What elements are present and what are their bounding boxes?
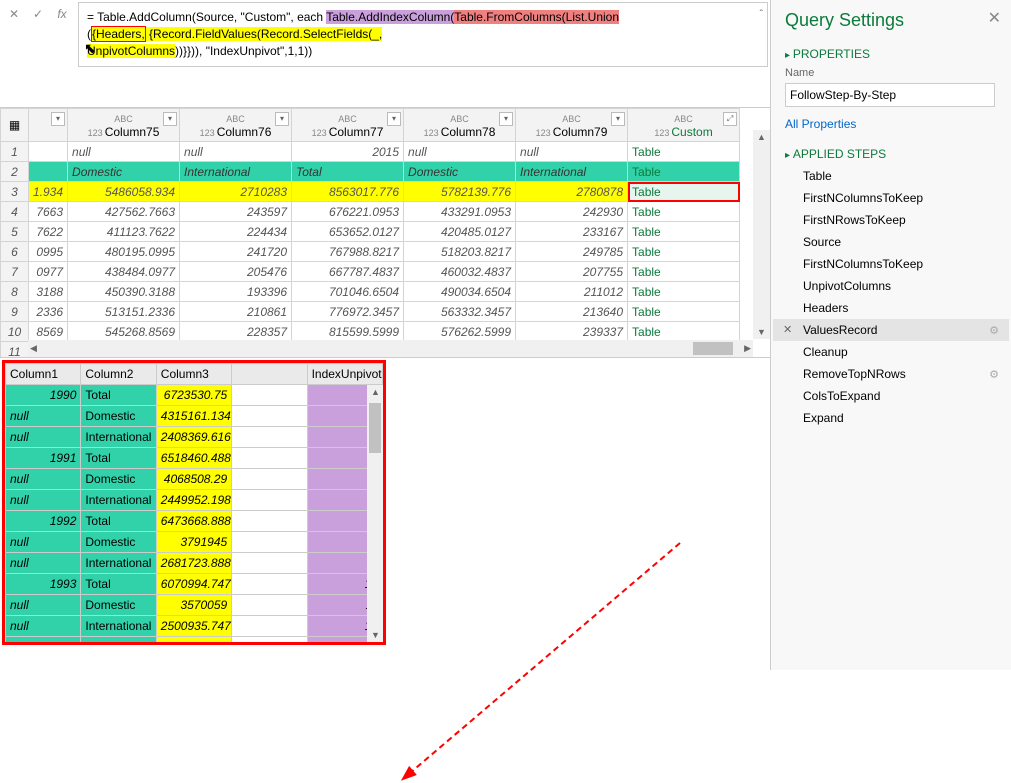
column-header[interactable]: ABC123Column78▾ [404,109,516,142]
preview-row[interactable]: nullDomestic37919458 [6,532,383,553]
preview-row[interactable]: nullInternational2408369.6163 [6,427,383,448]
preview-row[interactable]: 1993Total6070994.74710 [6,574,383,595]
column-header[interactable]: ABC123Column79▾ [516,109,628,142]
vertical-scrollbar[interactable]: ▲▼ [753,130,770,339]
table-row[interactable]: 83188450390.3188193396701046.6504490034.… [1,282,740,302]
row-number[interactable]: 7 [1,262,29,282]
fx-icon[interactable]: fx [50,4,74,24]
custom-cell[interactable]: Table [628,162,740,182]
applied-step[interactable]: RemoveTopNRows⚙ [773,363,1009,385]
applied-step[interactable]: Source [773,231,1009,253]
table-row[interactable]: 92336513151.2336210861776972.3457563332.… [1,302,740,322]
filter-dropdown-icon[interactable]: ▾ [499,112,513,126]
row-number[interactable]: 6 [1,242,29,262]
table-row[interactable]: 70977438484.0977205476667787.4837460032.… [1,262,740,282]
close-panel-icon[interactable]: ✕ [988,8,1001,28]
custom-cell[interactable]: Table [628,142,740,162]
applied-step[interactable]: UnpivotColumns [773,275,1009,297]
expand-icon[interactable]: ⤢ [723,112,737,126]
filter-dropdown-icon[interactable]: ▾ [51,112,65,126]
column-header[interactable]: ABC123Custom⤢ [628,109,740,142]
table-row[interactable]: 2DomesticInternationalTotalDomesticInter… [1,162,740,182]
commit-formula-icon[interactable]: ✓ [26,4,50,24]
preview-column-header[interactable]: Column2 [81,364,156,385]
custom-cell[interactable]: Table [628,282,740,302]
custom-cell[interactable]: Table [628,202,740,222]
table-row[interactable]: 31.9345486058.93427102838563017.77657821… [1,182,740,202]
preview-column-header[interactable]: IndexUnpivot [307,364,382,385]
applied-step[interactable]: Table [773,165,1009,187]
cancel-formula-icon[interactable]: ✕ [2,4,26,24]
table-row[interactable]: 1nullnull2015nullnullTable [1,142,740,162]
table-row[interactable]: 60995480195.0995241720767988.8217518203.… [1,242,740,262]
applied-step[interactable]: Expand [773,407,1009,429]
query-settings-panel: ✕ Query Settings PROPERTIES Name All Pro… [771,0,1011,670]
applied-steps-list: TableFirstNColumnsToKeepFirstNRowsToKeep… [771,165,1011,429]
panel-title: Query Settings [771,10,1011,39]
preview-row[interactable]: 1990Total6723530.751 [6,385,383,406]
table-row[interactable]: 57622411123.7622224434653652.0127420485.… [1,222,740,242]
applied-steps-heading[interactable]: APPLIED STEPS [771,139,1011,165]
preview-row[interactable]: nullInternational2500935.74712 [6,616,383,637]
row-number[interactable]: 2 [1,162,29,182]
custom-cell[interactable]: Table [628,222,740,242]
custom-cell[interactable]: Table [628,262,740,282]
preview-scrollbar[interactable]: ▲▼ [367,385,383,642]
preview-pane: Column1Column2Column3 IndexUnpivot 1990To… [0,358,770,670]
filter-dropdown-icon[interactable]: ▾ [387,112,401,126]
row-number[interactable]: 5 [1,222,29,242]
row-number[interactable]: 8 [1,282,29,302]
row-number[interactable]: 1 [1,142,29,162]
horizontal-scrollbar[interactable]: ◀▶ [28,340,753,357]
applied-step[interactable]: FirstNColumnsToKeep [773,253,1009,275]
preview-row[interactable]: nullDomestic4315161.1342 [6,406,383,427]
applied-step[interactable]: ColsToExpand [773,385,1009,407]
preview-row[interactable]: 1994Total6364673.60913 [6,637,383,646]
custom-cell[interactable]: Table [628,242,740,262]
preview-row[interactable]: nullInternational2681723.8889 [6,553,383,574]
annotation-arrow [400,533,690,783]
table-row[interactable]: 47663427562.7663243597676221.0953433291.… [1,202,740,222]
column-header[interactable]: ABC123Column77▾ [292,109,404,142]
gear-icon[interactable]: ⚙ [989,368,999,381]
properties-heading[interactable]: PROPERTIES [771,39,1011,65]
preview-column-header[interactable] [232,364,307,385]
column-header[interactable]: ABC123Column76▾ [180,109,292,142]
preview-column-header[interactable]: Column1 [6,364,81,385]
preview-row[interactable]: nullDomestic4068508.295 [6,469,383,490]
custom-cell[interactable]: Table [628,302,740,322]
applied-step[interactable]: Headers [773,297,1009,319]
row-number[interactable]: 11 [1,342,29,358]
all-properties-link[interactable]: All Properties [771,115,1011,133]
preview-row[interactable]: nullDomestic357005911 [6,595,383,616]
filter-dropdown-icon[interactable]: ▾ [611,112,625,126]
table-row[interactable]: 108569545268.8569228357815599.5999576262… [1,322,740,342]
column-header[interactable]: ABC123Column75▾ [68,109,180,142]
preview-row[interactable]: 1991Total6518460.4884 [6,448,383,469]
main-data-grid: ▦▾ABC123Column75▾ABC123Column76▾ABC123Co… [0,108,770,358]
custom-cell[interactable]: Table [628,182,740,202]
preview-row[interactable]: nullInternational2449952.1986 [6,490,383,511]
row-number[interactable]: 10 [1,322,29,342]
column-header[interactable]: ▾ [29,109,68,142]
custom-cell[interactable]: Table [628,322,740,342]
applied-step[interactable]: FirstNRowsToKeep [773,209,1009,231]
gear-icon[interactable]: ⚙ [989,324,999,337]
row-number[interactable]: 9 [1,302,29,322]
filter-dropdown-icon[interactable]: ▾ [163,112,177,126]
applied-step[interactable]: FirstNColumnsToKeep [773,187,1009,209]
formula-bar: ✕ ✓ fx = Table.AddColumn(Source, "Custom… [0,0,770,108]
collapse-formula-icon[interactable]: ˆ [760,7,763,23]
row-number[interactable]: 3 [1,182,29,202]
preview-column-header[interactable]: Column3 [156,364,231,385]
name-label: Name [771,65,1011,81]
applied-step[interactable]: Cleanup [773,341,1009,363]
preview-row[interactable]: 1992Total6473668.8887 [6,511,383,532]
table-corner[interactable]: ▦ [1,109,29,142]
formula-input[interactable]: = Table.AddColumn(Source, "Custom", each… [78,2,768,67]
query-name-input[interactable] [785,83,995,107]
filter-dropdown-icon[interactable]: ▾ [275,112,289,126]
row-number[interactable]: 4 [1,202,29,222]
applied-step[interactable]: ValuesRecord⚙ [773,319,1009,341]
